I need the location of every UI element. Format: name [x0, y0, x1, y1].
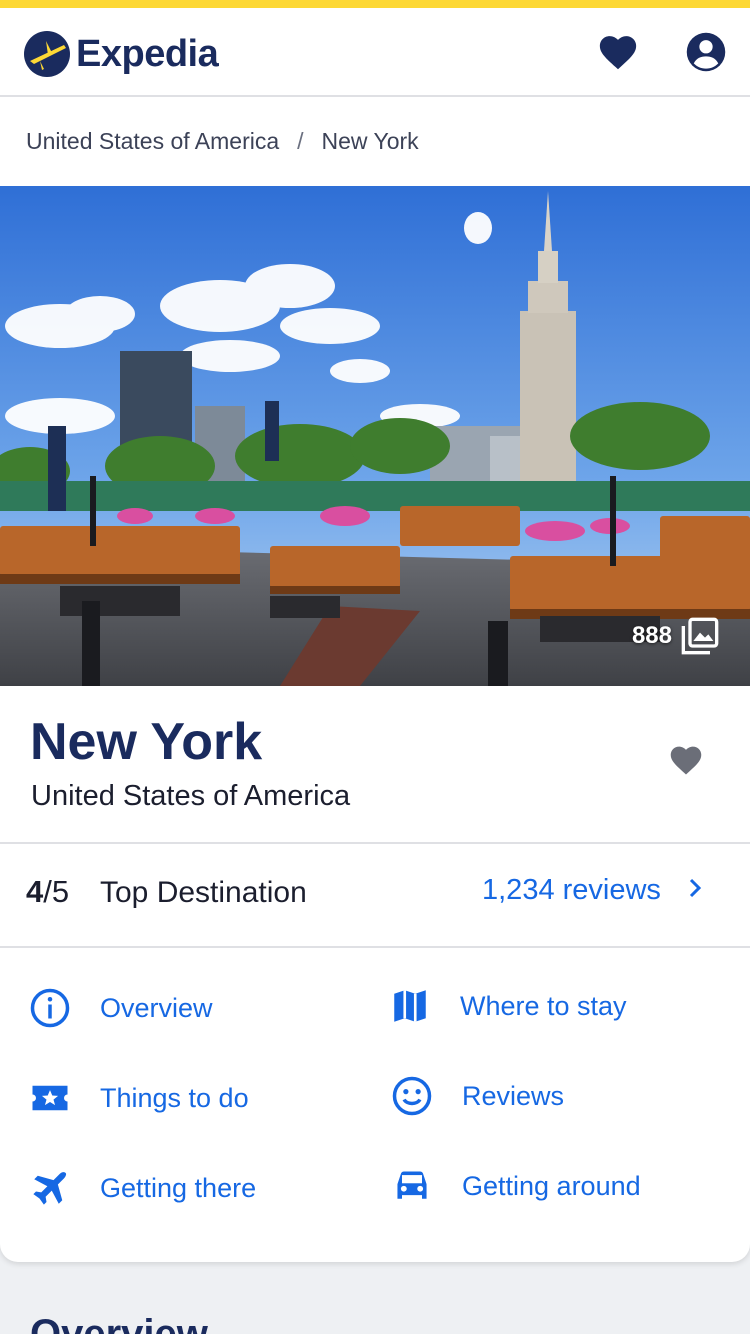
breadcrumb-separator: / [297, 128, 304, 154]
smiley-icon [390, 1074, 434, 1118]
save-destination-heart-icon[interactable] [664, 738, 708, 782]
nav-overview-label: Overview [100, 992, 213, 1023]
nav-getting-around-label: Getting around [462, 1170, 641, 1201]
logo-globe-icon [24, 31, 70, 77]
destination-nav: Overview Where to stay Things to do Revi… [0, 948, 750, 1238]
breadcrumb-item-city[interactable]: New York [322, 128, 419, 155]
nav-getting-there[interactable]: Getting there [28, 1158, 256, 1218]
reviews-link[interactable]: 1,234 reviews [482, 874, 703, 907]
saved-trips-heart-icon[interactable] [596, 30, 640, 74]
destination-title: New York [30, 713, 263, 771]
rating-value: 4 [26, 874, 44, 909]
overview-section-title: Overview [30, 1312, 208, 1334]
breadcrumb: United States of America / New York [0, 97, 750, 186]
destination-subtitle: United States of America [31, 780, 351, 812]
nav-reviews[interactable]: Reviews [390, 1066, 564, 1126]
chevron-right-icon [687, 874, 703, 907]
expedia-logo[interactable]: Expedia [24, 26, 219, 82]
gallery-icon [680, 616, 720, 656]
reviews-link-label: 1,234 reviews [482, 874, 661, 906]
nav-reviews-label: Reviews [462, 1080, 565, 1111]
nav-getting-around[interactable]: Getting around [390, 1156, 641, 1216]
nav-overview[interactable]: Overview [28, 978, 213, 1038]
nav-things-to-do[interactable]: Things to do [28, 1068, 249, 1128]
ticket-star-icon [28, 1076, 72, 1120]
rating-row: 4/5 Top Destination 1,234 reviews [0, 844, 750, 946]
rating-label: Top Destination [100, 876, 307, 909]
hero-image[interactable]: 888 [0, 186, 750, 686]
photo-count-value: 888 [631, 622, 672, 649]
account-icon[interactable] [684, 30, 728, 74]
destination-card: New York United States of America 4/5 To… [0, 686, 750, 1262]
car-icon [390, 1164, 434, 1208]
breadcrumb-item-country[interactable]: United States of America [26, 128, 279, 155]
airplane-icon [28, 1166, 72, 1210]
nav-where-to-stay-label: Where to stay [460, 990, 627, 1021]
rating-score: 4/5 [26, 874, 69, 910]
info-icon [28, 986, 72, 1030]
map-icon [388, 984, 432, 1028]
brand-top-bar [0, 0, 750, 8]
rating-scale: /5 [43, 874, 70, 909]
nav-getting-there-label: Getting there [100, 1172, 257, 1203]
nav-where-to-stay[interactable]: Where to stay [388, 976, 627, 1036]
photo-count[interactable]: 888 [632, 616, 720, 656]
logo-text: Expedia [76, 32, 219, 75]
nav-things-to-do-label: Things to do [100, 1082, 249, 1113]
app-header: Expedia [0, 8, 750, 97]
